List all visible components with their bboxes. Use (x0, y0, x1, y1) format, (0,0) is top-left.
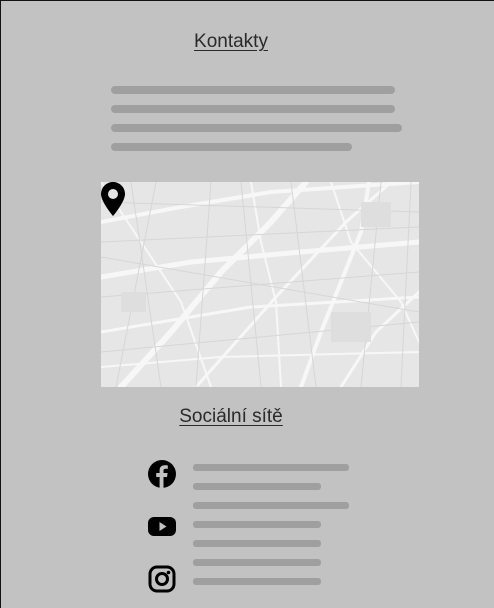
text-line (111, 124, 402, 132)
text-line (193, 578, 321, 585)
text-line (111, 143, 352, 151)
youtube-icon[interactable] (147, 511, 177, 541)
text-line (111, 105, 395, 113)
map-streets (101, 182, 419, 387)
contacts-page: Kontakty Sociální sítě (0, 0, 494, 608)
facebook-icon[interactable] (147, 459, 177, 489)
text-line (193, 464, 349, 471)
text-line (193, 540, 321, 547)
text-line (193, 483, 321, 490)
contacts-heading[interactable]: Kontakty (1, 31, 461, 53)
map-pin-icon (101, 182, 125, 216)
location-map[interactable] (101, 182, 419, 387)
text-line (193, 502, 349, 509)
instagram-icon[interactable] (147, 564, 177, 594)
text-line (111, 86, 395, 94)
text-line (193, 521, 321, 528)
social-heading[interactable]: Sociální sítě (1, 406, 461, 428)
text-line (193, 559, 321, 566)
